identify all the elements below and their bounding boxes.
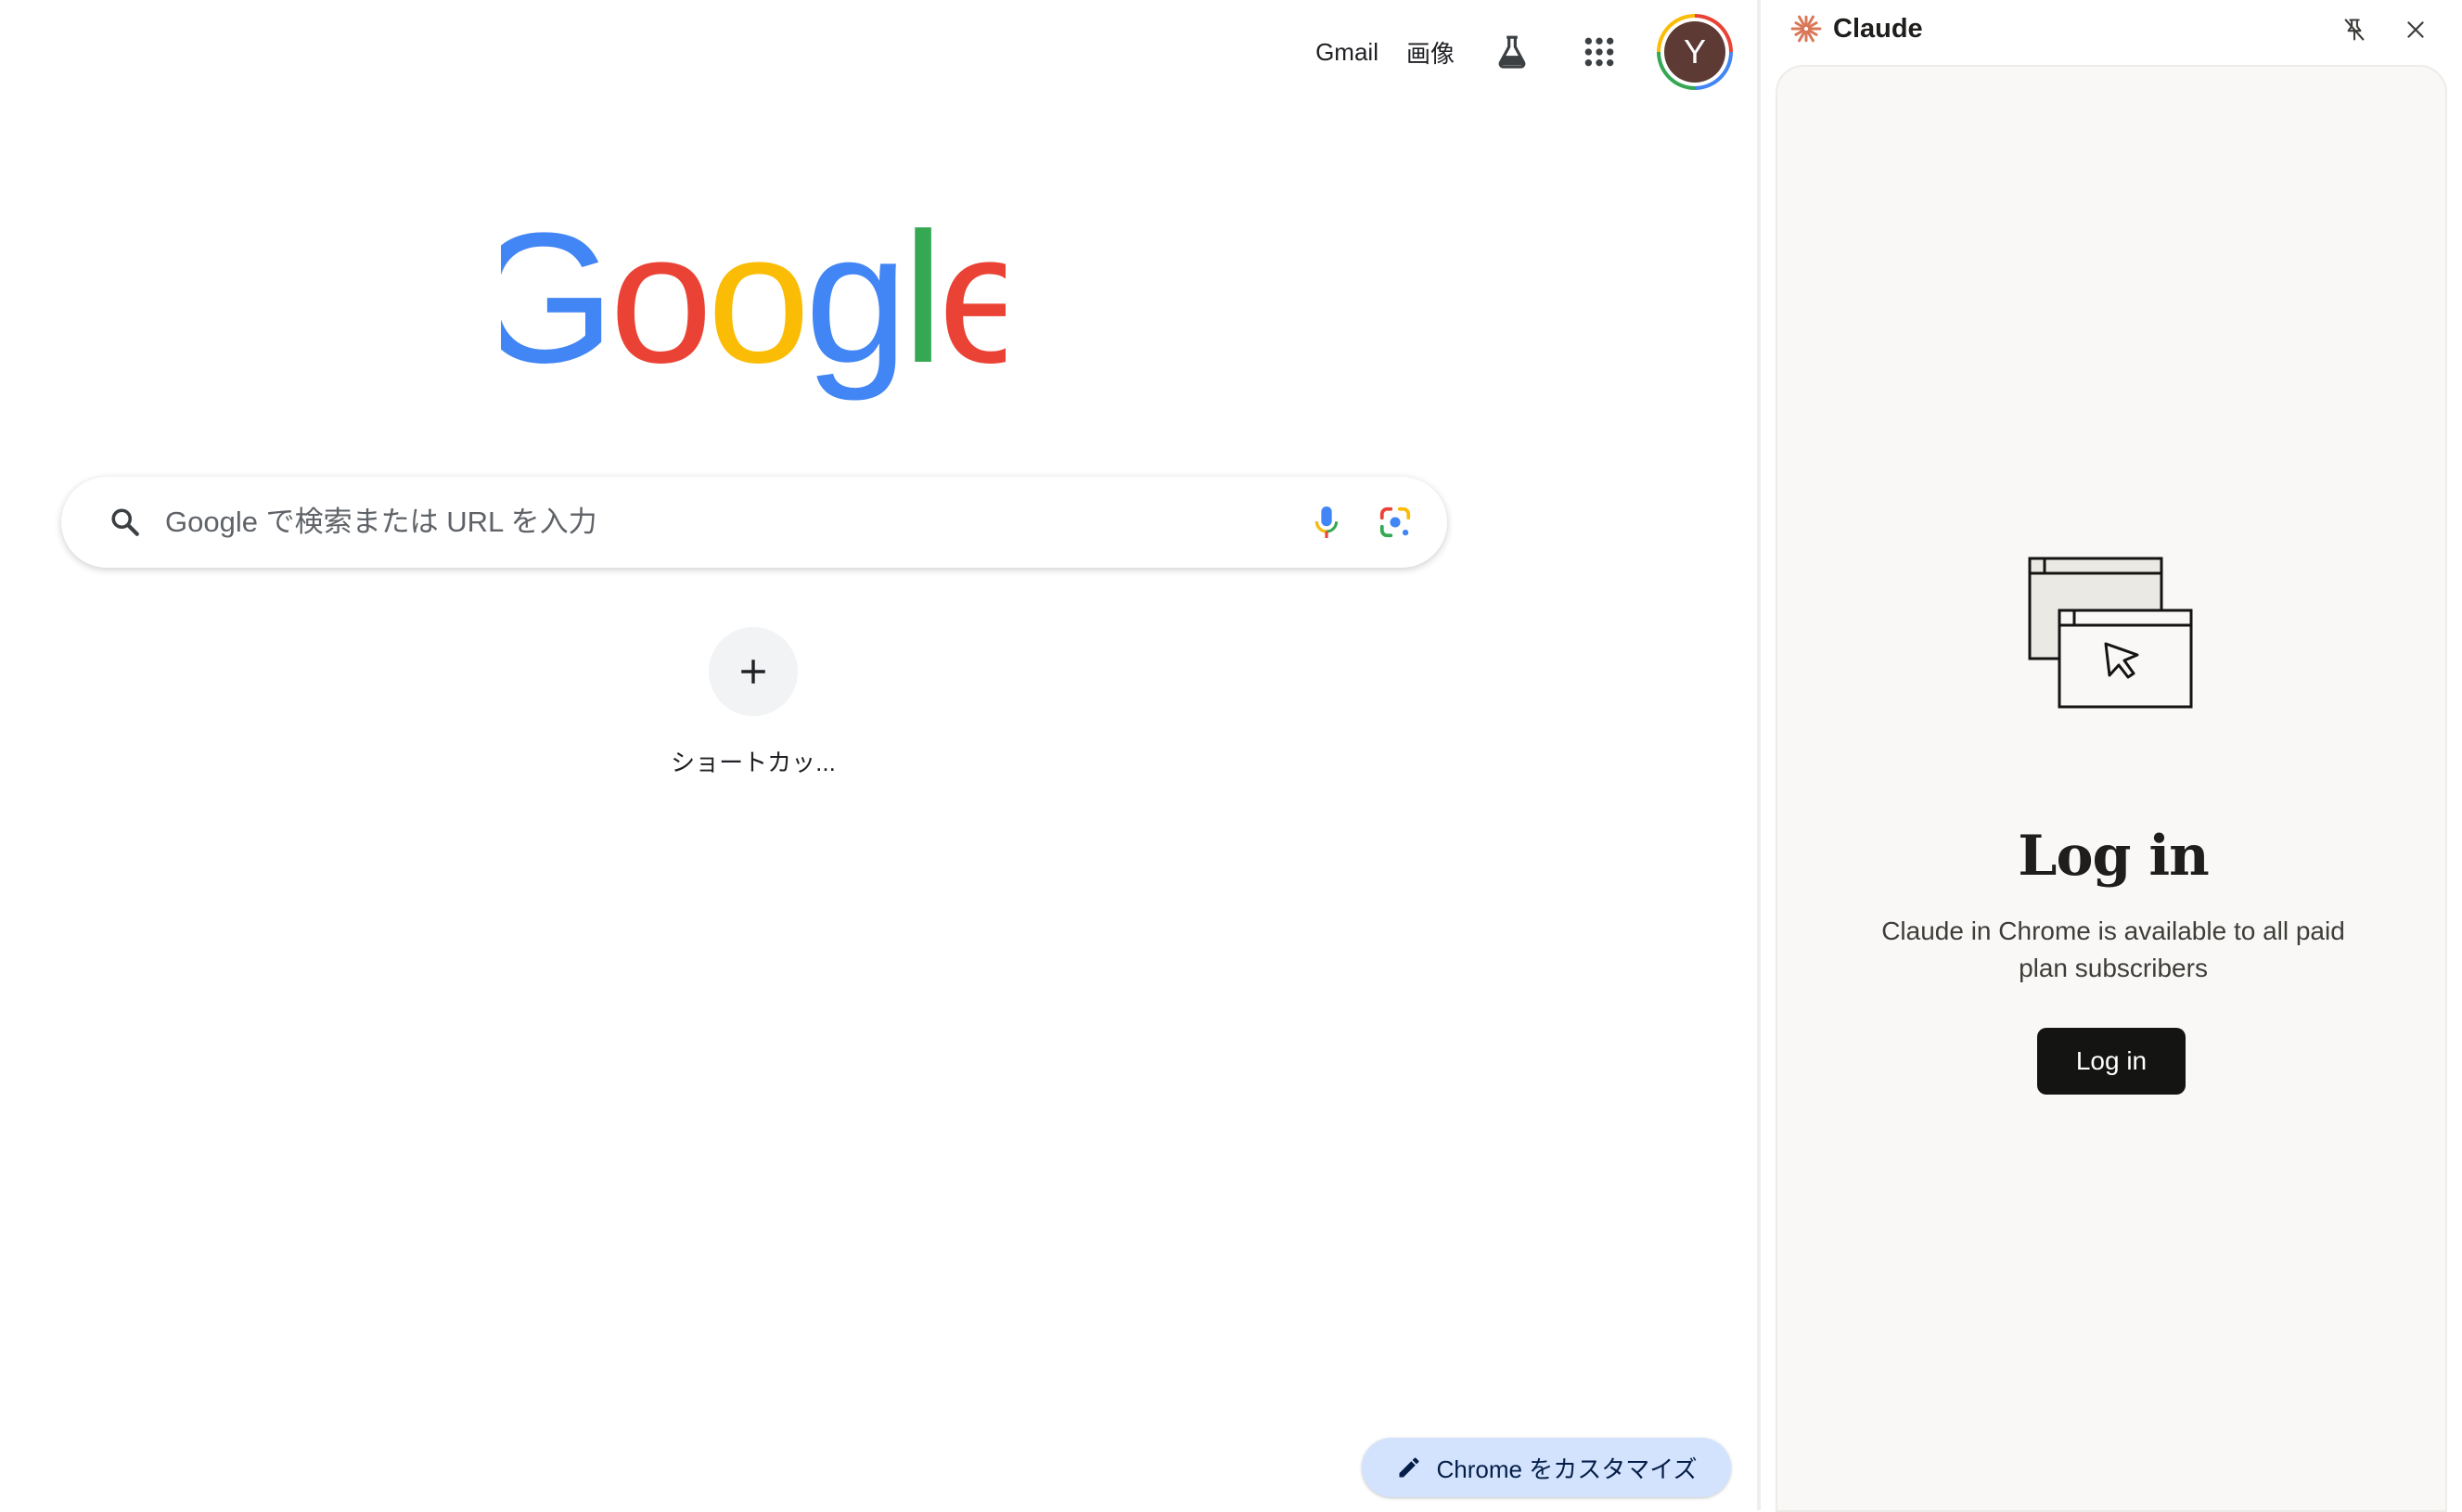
- top-bar: Gmail 画像 Y: [1315, 13, 1733, 91]
- claude-panel-header: Claude: [1761, 0, 2462, 58]
- voice-search-button[interactable]: [1299, 494, 1354, 550]
- logo-letter: g: [805, 213, 903, 402]
- search-box: [61, 477, 1447, 568]
- google-lens-icon: [1379, 506, 1411, 538]
- logo-letter: o: [609, 213, 707, 402]
- account-avatar-button[interactable]: Y: [1657, 14, 1733, 90]
- login-button[interactable]: Log in: [2037, 1028, 2186, 1095]
- labs-button[interactable]: [1482, 22, 1542, 82]
- images-link[interactable]: 画像: [1406, 35, 1455, 70]
- apps-grid-icon: [1584, 37, 1614, 67]
- plus-icon: [741, 660, 765, 684]
- claude-starburst-icon: [1790, 15, 1822, 43]
- unpin-icon: [2344, 19, 2365, 41]
- svg-text:Google: Google: [501, 213, 1006, 402]
- close-panel-button[interactable]: [2395, 9, 2436, 50]
- add-shortcut[interactable]: ショートカッ...: [660, 627, 846, 778]
- search-icon: [111, 508, 139, 536]
- gmail-link[interactable]: Gmail: [1315, 38, 1378, 67]
- claude-panel-body: Log in Claude in Chrome is available to …: [1776, 65, 2447, 1512]
- google-new-tab-page: Gmail 画像 Y Google Google で検索または URL を入力 …: [0, 0, 1757, 1510]
- google-apps-button[interactable]: [1570, 22, 1629, 82]
- avatar: Y: [1664, 21, 1725, 83]
- flask-icon: [1498, 35, 1526, 69]
- logo-letter: l: [903, 213, 938, 402]
- login-heading: Log in: [2018, 824, 2209, 889]
- search-input[interactable]: [163, 505, 1299, 540]
- logo-letter: o: [707, 213, 804, 402]
- google-logo: Google: [501, 213, 1006, 402]
- close-icon: [2407, 21, 2424, 38]
- browser-windows-illustration: [2028, 557, 2193, 709]
- claude-side-panel: Claude Log in Claude in Chrome is availa…: [1761, 0, 2462, 1512]
- login-description: Claude in Chrome is available to all pai…: [1881, 916, 2345, 982]
- pencil-icon: [1399, 1457, 1419, 1478]
- unpin-button[interactable]: [2334, 9, 2375, 50]
- logo-letter: e: [938, 213, 1006, 402]
- lens-search-button[interactable]: [1367, 494, 1423, 550]
- customize-chrome-button[interactable]: Chrome をカスタマイズ: [1362, 1438, 1731, 1497]
- add-shortcut-button[interactable]: [709, 627, 798, 716]
- microphone-icon: [1314, 506, 1339, 538]
- logo-letter: G: [501, 213, 609, 402]
- customize-chrome-label: Chrome をカスタマイズ: [1436, 1454, 1698, 1483]
- shortcut-label: ショートカッ...: [671, 749, 836, 776]
- panel-title: Claude: [1833, 13, 1923, 44]
